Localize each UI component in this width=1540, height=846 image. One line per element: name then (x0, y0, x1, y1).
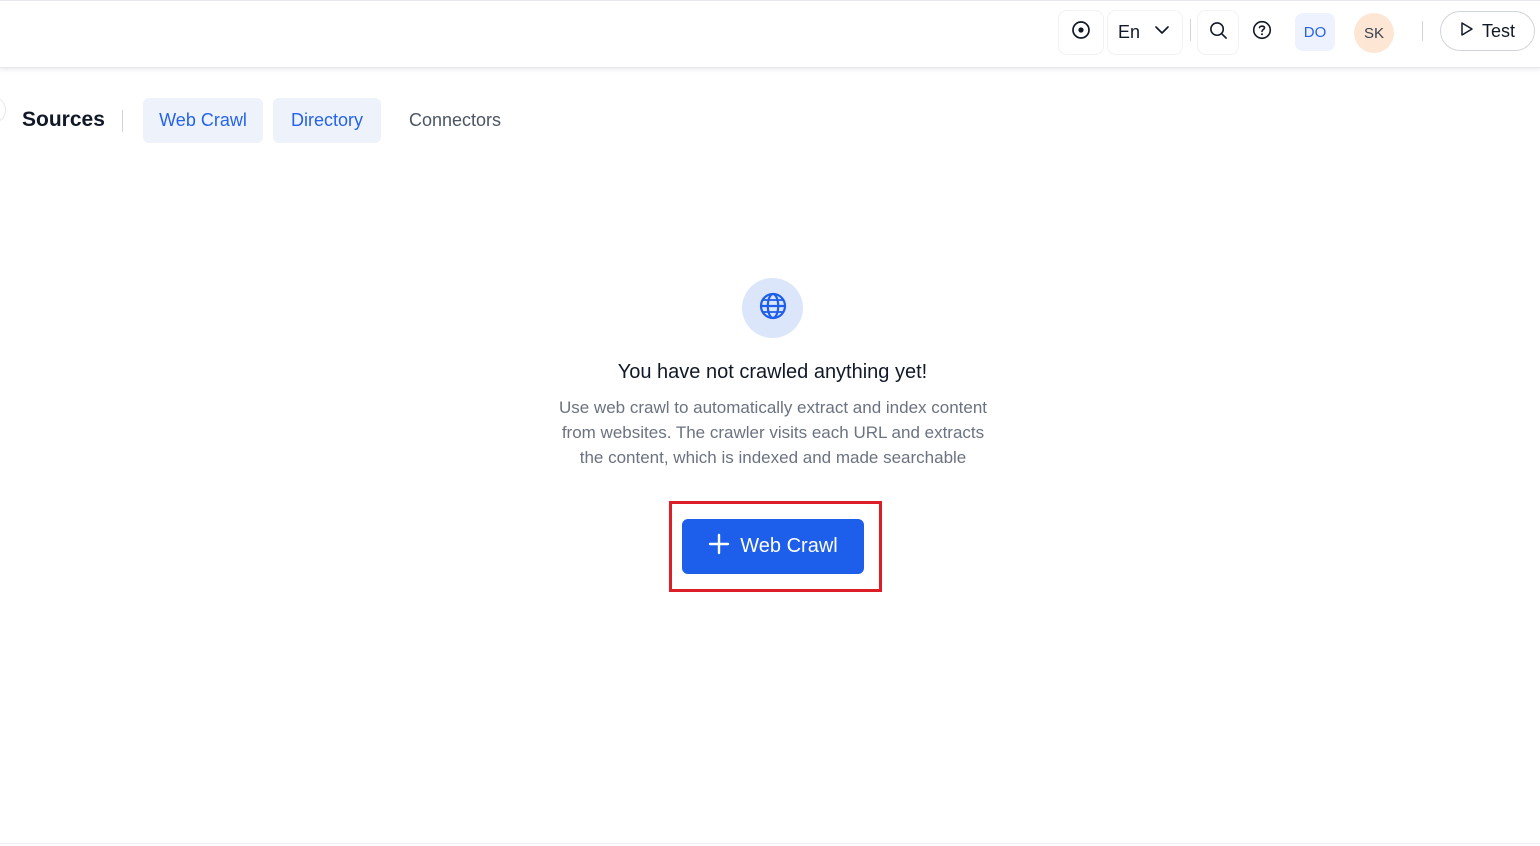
test-button[interactable]: Test (1440, 11, 1535, 51)
tab-connectors[interactable]: Connectors (392, 98, 518, 143)
chevron-down-icon (1154, 22, 1170, 43)
help-button[interactable] (1242, 11, 1282, 54)
page-title: Sources (22, 108, 105, 131)
divider (0, 843, 1540, 844)
language-select[interactable]: En (1108, 11, 1182, 54)
plus-icon (708, 533, 730, 561)
top-bar: En DO SK Test (0, 0, 1540, 68)
divider (1190, 19, 1191, 41)
divider (122, 110, 123, 132)
empty-state-title: You have not crawled anything yet! (617, 361, 928, 383)
empty-state-icon (742, 278, 803, 338)
target-icon (1071, 20, 1091, 45)
add-web-crawl-button[interactable]: Web Crawl (682, 519, 864, 574)
tab-directory[interactable]: Directory (273, 98, 381, 143)
search-icon (1209, 21, 1228, 45)
workspace-avatar[interactable]: DO (1295, 13, 1335, 51)
tab-web-crawl[interactable]: Web Crawl (143, 98, 263, 143)
tab-label: Web Crawl (159, 110, 247, 130)
tab-label: Directory (290, 110, 363, 130)
play-icon (1460, 21, 1474, 42)
target-button[interactable] (1059, 11, 1103, 54)
language-label: En (1118, 22, 1141, 42)
empty-state-description: Use web crawl to automatically extract a… (558, 398, 988, 467)
page: En DO SK Test Sources Web Crawl Director… (0, 0, 1540, 846)
search-button[interactable] (1198, 11, 1238, 54)
user-avatar[interactable]: SK (1354, 13, 1394, 53)
tab-label: Connectors (408, 110, 502, 130)
add-web-crawl-label: Web Crawl (740, 535, 838, 557)
divider (1422, 21, 1423, 41)
sidebar-toggle[interactable] (0, 98, 6, 122)
test-button-label: Test (1481, 20, 1515, 41)
globe-icon (758, 291, 788, 326)
help-icon (1252, 20, 1272, 45)
